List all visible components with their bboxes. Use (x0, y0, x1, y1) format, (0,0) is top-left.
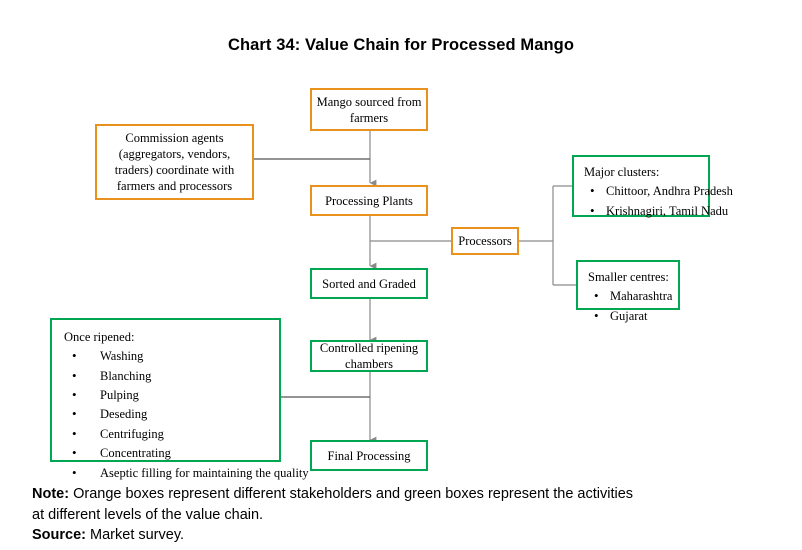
list-item: Deseding (72, 404, 273, 425)
node-label: Processors (458, 234, 512, 248)
node-label-line-1: Commission agents (125, 131, 224, 145)
node-label-line-3: traders) coordinate with (114, 163, 235, 177)
major-clusters-heading: Major clusters: (584, 165, 660, 179)
node-label-line-4: farmers and processors (116, 179, 233, 193)
node-controlled-ripening-chambers[interactable]: Controlled ripening chambers (310, 340, 428, 372)
node-label-line-2: chambers (345, 357, 393, 371)
node-label: Sorted and Graded (322, 276, 416, 291)
value-chain-diagram: Mango sourced from farmers Commission ag… (0, 0, 802, 483)
source-label: Source: (32, 527, 86, 544)
list-item: Aseptic filling for maintaining the qual… (72, 462, 309, 483)
note-label: Note: (32, 486, 70, 502)
note-text-1: Orange boxes represent different stakeho… (69, 486, 634, 502)
node-label: Processing Plants (325, 193, 413, 208)
chart-footer: Note: Orange boxes represent different s… (32, 484, 772, 546)
node-label-line-2: (aggregators, vendors, (118, 147, 231, 161)
major-clusters-list: Chittoor, Andhra Pradesh Krishnagiri, Ta… (584, 181, 733, 222)
list-item: Chittoor, Andhra Pradesh (590, 181, 733, 202)
source-text: Market survey. (86, 527, 185, 544)
list-item: Maharashtra (594, 286, 672, 307)
node-once-ripened[interactable]: Once ripened: Washing Blanching Pulping … (50, 318, 309, 483)
once-ripened-heading: Once ripened: (64, 330, 135, 344)
node-label-line-2: farmers (349, 110, 389, 125)
list-item: Pulping (72, 385, 273, 406)
node-label: Final Processing (327, 448, 411, 463)
list-item: Gujarat (594, 306, 670, 327)
source-line: Source: Market survey. (32, 525, 772, 546)
smaller-centres-heading: Smaller centres: (588, 270, 669, 284)
note-line-2: at different levels of the value chain. (32, 506, 264, 523)
once-ripened-list: Washing Blanching Pulping Deseding Centr… (64, 346, 309, 483)
list-item: Krishnagiri, Tamil Nadu (590, 201, 728, 222)
node-sorted-and-graded[interactable]: Sorted and Graded (310, 268, 428, 299)
node-processing-plants[interactable]: Processing Plants (310, 185, 428, 216)
node-final-processing[interactable]: Final Processing (310, 440, 428, 471)
node-commission-agents[interactable]: Commission agents (aggregators, vendors,… (95, 124, 254, 200)
node-smaller-centres[interactable]: Smaller centres: Maharashtra Gujarat (576, 260, 680, 326)
node-major-clusters[interactable]: Major clusters: Chittoor, Andhra Pradesh… (572, 155, 733, 221)
list-item: Concentrating (72, 443, 273, 464)
smaller-centres-list: Maharashtra Gujarat (588, 286, 672, 327)
node-mango-sourced-from-farmers[interactable]: Mango sourced from farmers (310, 88, 428, 131)
node-label-line-1: Mango sourced from (316, 94, 422, 109)
note-line-1: Note: Orange boxes represent different s… (32, 484, 772, 505)
list-item: Washing (72, 346, 273, 367)
list-item: Centrifuging (72, 424, 273, 445)
node-processors[interactable]: Processors (451, 227, 519, 255)
node-label-line-1: Controlled ripening (319, 341, 419, 355)
list-item: Blanching (72, 366, 273, 387)
